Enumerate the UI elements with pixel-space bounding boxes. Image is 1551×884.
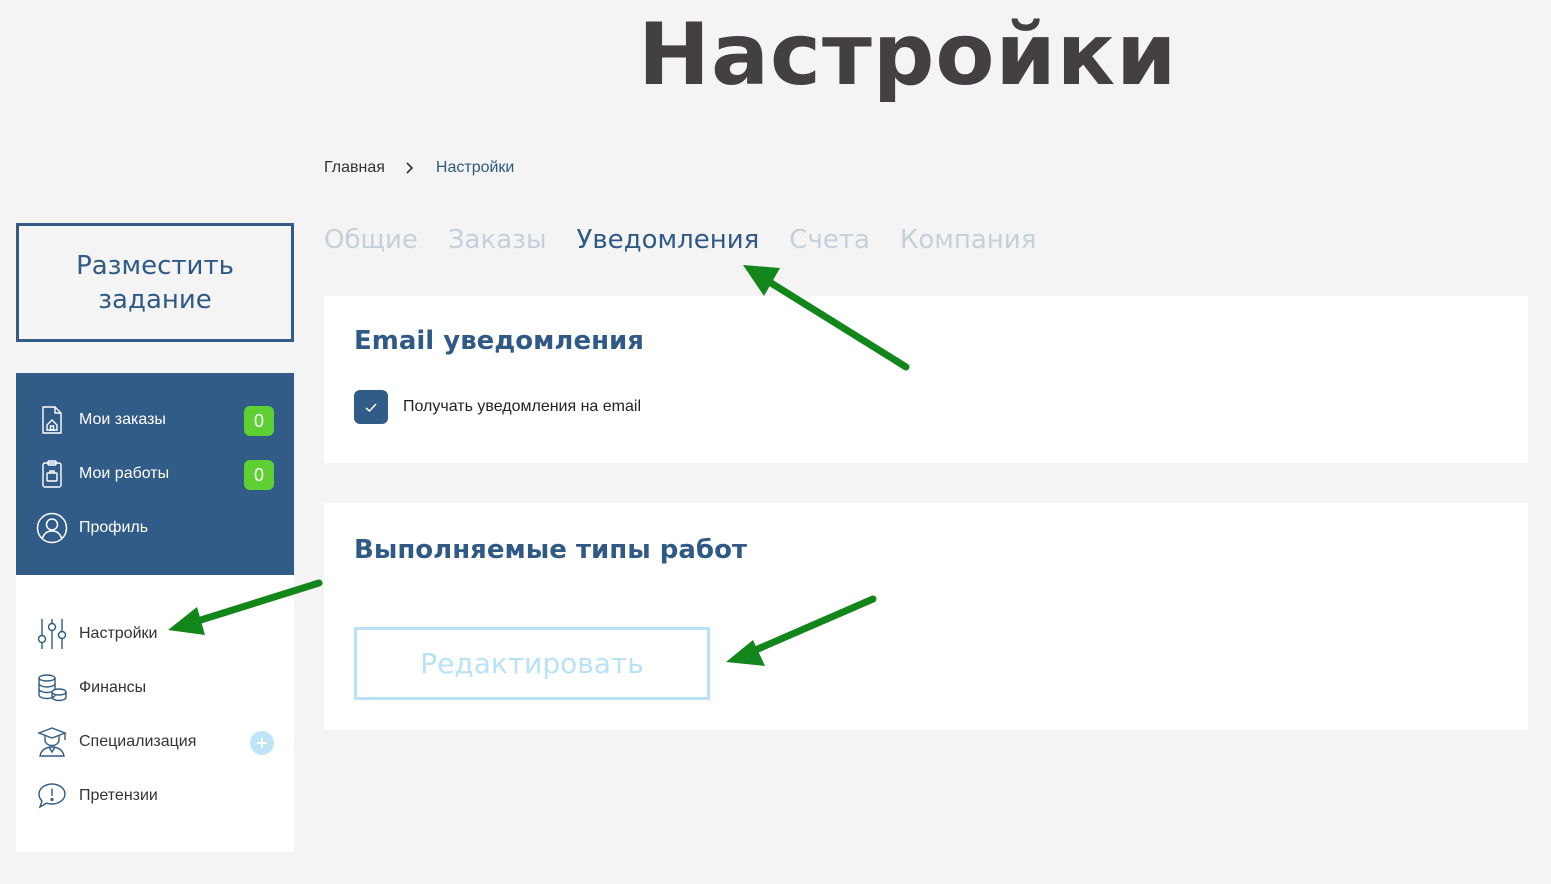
works-count-badge: 0 <box>244 460 274 490</box>
sidebar-item-specialization[interactable]: Специализация <box>36 724 274 760</box>
breadcrumb: Главная Настройки <box>324 156 514 180</box>
sidebar-item-label: Финансы <box>79 679 147 696</box>
sidebar-item-label: Настройки <box>79 625 158 642</box>
exclamation-speech-bubble-icon <box>36 780 68 812</box>
email-notifications-title: Email уведомления <box>354 326 644 356</box>
email-notifications-option[interactable]: Получать уведомления на email <box>354 390 641 424</box>
sidebar-item-profile[interactable]: Профиль <box>36 510 274 546</box>
breadcrumb-current: Настройки <box>435 159 515 176</box>
email-notifications-checkbox-label: Получать уведомления на email <box>403 398 642 415</box>
tab-invoices[interactable]: Счета <box>789 225 870 255</box>
graduate-icon <box>36 726 68 758</box>
sidebar-item-label: Мои работы <box>79 465 170 482</box>
checkmark-icon <box>365 402 377 412</box>
sidebar-item-label: Профиль <box>79 519 149 536</box>
sidebar-item-label: Мои заказы <box>79 411 166 428</box>
sidebar-primary-menu: Мои заказы 0 Мои работы 0 Профиль <box>16 373 294 575</box>
tab-general[interactable]: Общие <box>324 225 418 255</box>
plus-icon <box>257 738 267 748</box>
work-types-title: Выполняемые типы работ <box>354 535 747 565</box>
post-task-button[interactable]: Разместить задание <box>16 223 294 342</box>
edit-work-types-button[interactable]: Редактировать <box>354 627 710 700</box>
sidebar-item-claims[interactable]: Претензии <box>36 778 274 814</box>
tab-notifications[interactable]: Уведомления <box>576 225 759 255</box>
sliders-settings-icon <box>36 618 68 650</box>
sidebar-item-settings[interactable]: Настройки <box>36 616 274 652</box>
orders-document-icon <box>36 404 68 436</box>
page-title: Настройки <box>638 5 1178 105</box>
coins-stack-icon <box>36 672 68 704</box>
sidebar-item-my-works[interactable]: Мои работы 0 <box>36 456 274 492</box>
tab-orders[interactable]: Заказы <box>448 225 547 255</box>
orders-count-badge: 0 <box>244 406 274 436</box>
sidebar-item-my-orders[interactable]: Мои заказы 0 <box>36 402 274 438</box>
sidebar-item-label: Специализация <box>79 733 197 750</box>
chevron-right-icon <box>405 161 414 175</box>
work-types-card: Выполняемые типы работ Редактировать <box>324 503 1528 730</box>
user-profile-icon <box>36 512 68 544</box>
tab-company[interactable]: Компания <box>900 225 1036 255</box>
sidebar-item-label: Претензии <box>79 787 158 804</box>
sidebar-secondary-menu: Настройки Финансы Специализация Претензи… <box>16 575 294 852</box>
add-specialization-button[interactable] <box>250 731 274 755</box>
email-notifications-checkbox[interactable] <box>354 390 388 424</box>
sidebar-item-finances[interactable]: Финансы <box>36 670 274 706</box>
works-clipboard-icon <box>36 458 68 490</box>
breadcrumb-home-link[interactable]: Главная <box>324 159 385 177</box>
settings-tabs: Общие Заказы Уведомления Счета Компания <box>324 220 1066 260</box>
email-notifications-card: Email уведомления Получать уведомления н… <box>324 296 1528 463</box>
